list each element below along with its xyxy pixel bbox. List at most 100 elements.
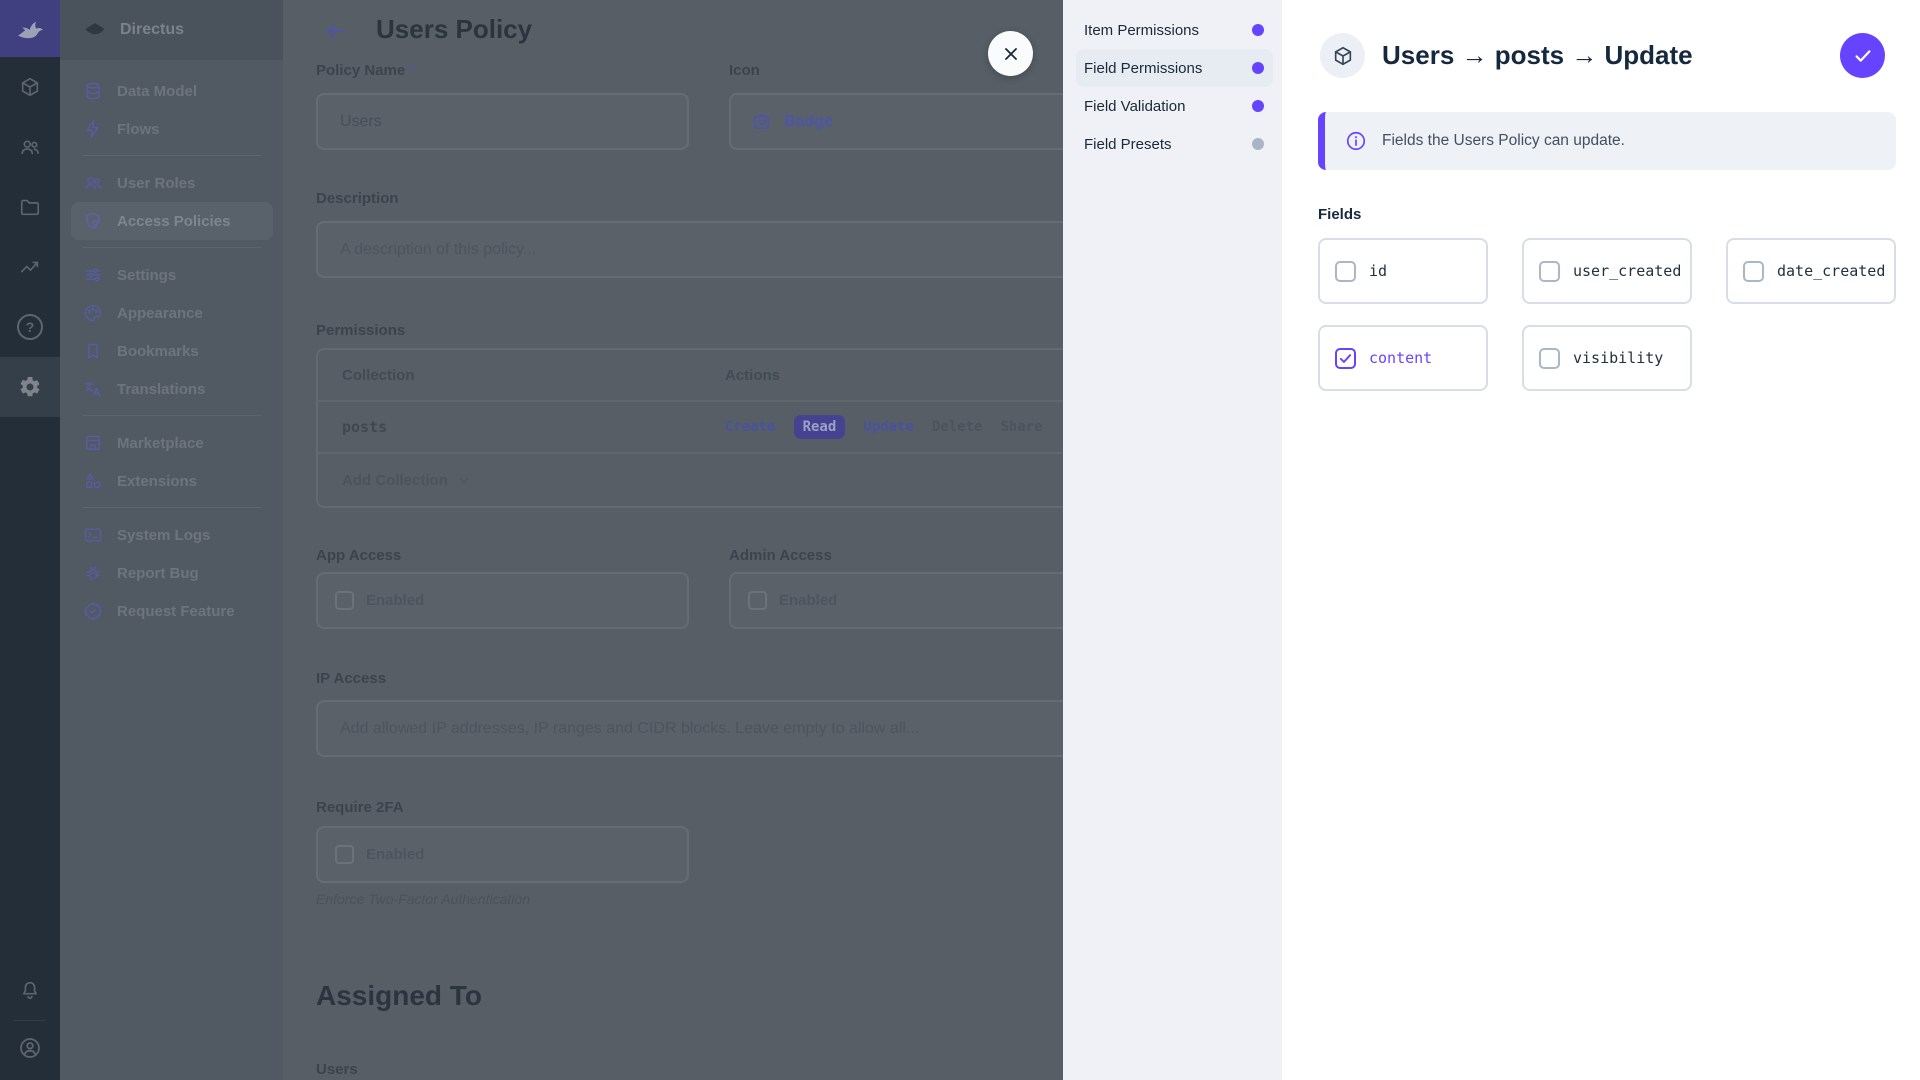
nav-item-request-feature[interactable]: Request Feature [60, 592, 283, 630]
module-insights[interactable] [0, 237, 60, 297]
add-collection-button[interactable]: Add Collection [318, 454, 1100, 506]
icon-field-value: Badge [784, 112, 833, 130]
field-checkbox[interactable] [1743, 260, 1764, 282]
nav-item-user-roles[interactable]: User Roles [60, 164, 283, 202]
folder-icon [20, 199, 40, 216]
app-access-field[interactable]: Enabled [316, 572, 689, 629]
action-delete[interactable]: Delete [932, 419, 983, 435]
ip-access-input-wrap [316, 700, 1102, 757]
field-card-visibility[interactable]: visibility [1522, 325, 1692, 391]
nav-item-settings[interactable]: Settings [60, 256, 283, 294]
chevron-down-icon [459, 477, 469, 483]
nav-item-label: Translations [117, 380, 206, 398]
nav-divider [82, 415, 261, 416]
back-button[interactable] [320, 15, 352, 47]
nav-item-appearance[interactable]: Appearance [60, 294, 283, 332]
field-card-id[interactable]: id [1318, 238, 1488, 304]
nav-item-label: System Logs [117, 526, 211, 544]
nav-item-access-policies[interactable]: Access Policies [71, 202, 273, 240]
policy-name-input[interactable] [338, 111, 667, 132]
directus-logo[interactable] [0, 0, 60, 57]
drawer-nav: Item Permissions Field Permissions Field… [1063, 0, 1282, 1080]
field-checkbox-checked[interactable] [1335, 347, 1356, 369]
bug-icon [83, 563, 103, 583]
action-create[interactable]: Create [725, 419, 776, 435]
module-file-library[interactable] [0, 177, 60, 237]
description-label: Description [316, 190, 399, 207]
collection-name: posts [342, 418, 388, 436]
storefront-icon [83, 433, 103, 453]
assigned-users-label: Users [316, 1061, 358, 1078]
require-2fa-note: Enforce Two-Factor Authentication [316, 891, 530, 907]
field-card-date-created[interactable]: date_created [1726, 238, 1896, 304]
field-card-user-created[interactable]: user_created [1522, 238, 1692, 304]
nav-item-report-bug[interactable]: Report Bug [60, 554, 283, 592]
field-checkbox[interactable] [1335, 260, 1356, 282]
notice-text: Fields the Users Policy can update. [1382, 132, 1625, 149]
require-2fa-field[interactable]: Enabled [316, 826, 689, 883]
tune-icon [83, 265, 103, 285]
app-access-checkbox[interactable] [335, 591, 354, 610]
action-read[interactable]: Read [793, 415, 846, 439]
nav-item-label: Request Feature [117, 602, 235, 620]
module-help[interactable]: ? [0, 297, 60, 357]
field-checkbox[interactable] [1539, 260, 1560, 282]
module-content[interactable] [0, 57, 60, 117]
module-user-directory[interactable] [0, 117, 60, 177]
action-update[interactable]: Update [863, 419, 914, 435]
info-icon [1345, 130, 1367, 152]
drawer-nav-field-permissions[interactable]: Field Permissions [1076, 49, 1273, 87]
gear-icon [20, 376, 40, 397]
description-input[interactable] [338, 239, 1080, 260]
drawer-nav-field-validation[interactable]: Field Validation [1063, 87, 1282, 125]
badge-icon [754, 114, 769, 129]
nav-item-extensions[interactable]: Extensions [60, 462, 283, 500]
policy-name-input-wrap [316, 93, 689, 150]
nav-item-system-logs[interactable]: System Logs [60, 516, 283, 554]
nav-item-label: Data Model [117, 82, 198, 100]
nav-item-translations[interactable]: Translations [60, 370, 283, 408]
drawer-header-icon-circle [1320, 33, 1365, 78]
admin-access-checkbox[interactable] [748, 591, 767, 610]
chart-icon [20, 261, 39, 273]
ip-access-label: IP Access [316, 670, 387, 687]
drawer-close-button[interactable] [988, 31, 1033, 76]
permissions-table-header: Collection Actions [318, 350, 1100, 402]
save-button[interactable] [1840, 33, 1885, 78]
drawer-title: Users → posts → Update [1382, 40, 1693, 70]
drawer-nav-field-presets[interactable]: Field Presets [1063, 125, 1282, 163]
field-card-content[interactable]: content [1318, 325, 1488, 391]
field-checkbox[interactable] [1539, 347, 1560, 369]
column-collection: Collection [342, 366, 415, 384]
palette-icon [83, 303, 103, 323]
nav-divider [82, 247, 261, 248]
nav-divider [82, 155, 261, 156]
notifications-button[interactable] [0, 960, 60, 1020]
translate-icon [83, 379, 103, 399]
project-header[interactable]: Directus [60, 0, 283, 60]
project-status-icon [85, 23, 105, 35]
action-share[interactable]: Share [1000, 419, 1042, 435]
shield-lock-icon [83, 211, 103, 231]
module-settings[interactable] [0, 357, 60, 417]
nav-item-marketplace[interactable]: Marketplace [60, 424, 283, 462]
require-2fa-checkbox[interactable] [335, 845, 354, 864]
account-button[interactable] [0, 1021, 60, 1075]
check-icon [1854, 49, 1871, 62]
nav-item-data-model[interactable]: Data Model [60, 72, 283, 110]
drawer-nav-item-permissions[interactable]: Item Permissions [1063, 11, 1282, 49]
icon-field[interactable]: Badge [729, 93, 1102, 150]
ip-access-input[interactable] [338, 718, 1080, 739]
admin-access-field[interactable]: Enabled [729, 572, 1102, 629]
user-circle-icon [20, 1038, 40, 1058]
admin-access-label: Admin Access [729, 547, 832, 564]
nav-item-flows[interactable]: Flows [60, 110, 283, 148]
policy-name-label: Policy Name * [316, 62, 413, 79]
status-dot [1252, 62, 1264, 74]
field-checkbox-grid: id user_created date_created content vis… [1318, 238, 1896, 391]
nav-item-label: Report Bug [117, 564, 199, 582]
nav-item-bookmarks[interactable]: Bookmarks [60, 332, 283, 370]
directus-rabbit-icon [17, 21, 43, 38]
nav-item-label: Extensions [117, 472, 198, 490]
permissions-label: Permissions [316, 322, 406, 339]
